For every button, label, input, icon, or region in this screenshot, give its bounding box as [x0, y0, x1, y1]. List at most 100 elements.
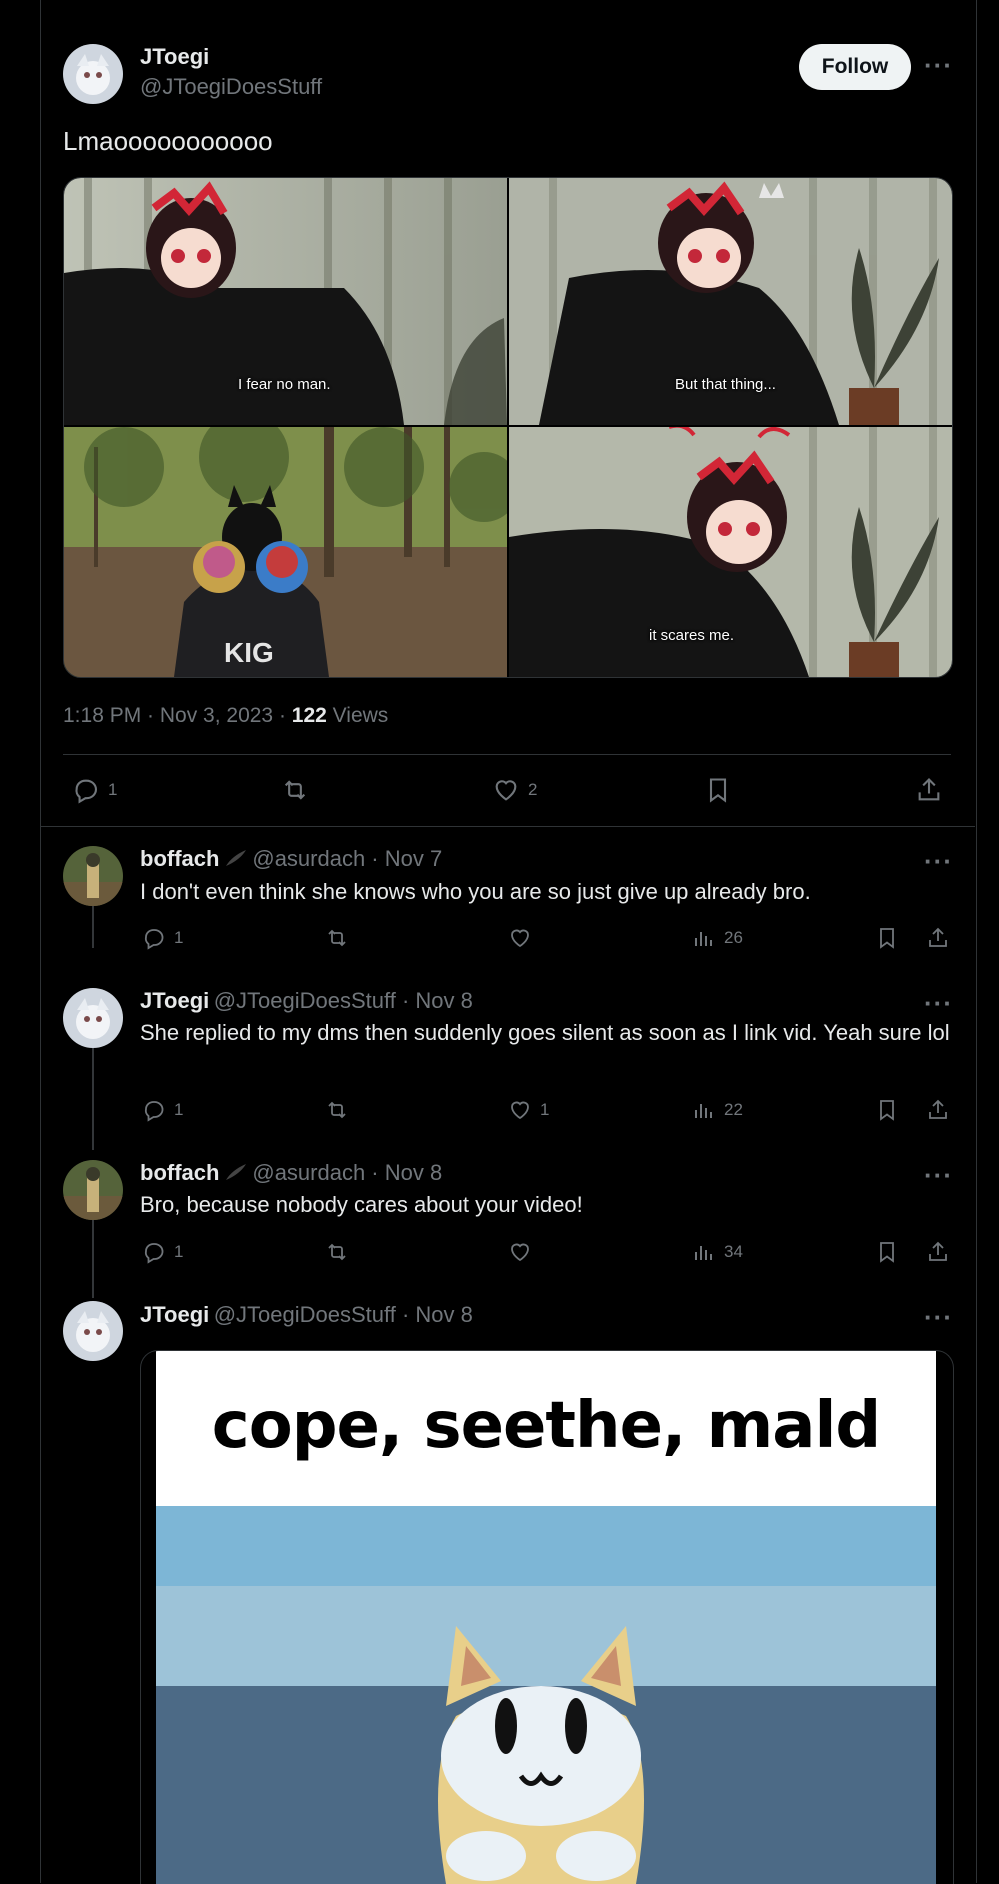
reply-text: She replied to my dms then suddenly goes…: [140, 1020, 950, 1045]
heart-icon: [511, 1101, 529, 1120]
caption-1: I fear no man.: [238, 376, 331, 393]
reply-header: boffach @asurdach · Nov 8: [140, 1160, 442, 1186]
bookmark-button[interactable]: [875, 1240, 899, 1264]
media-panel-4[interactable]: it scares me.: [509, 427, 952, 677]
share-button[interactable]: [915, 776, 943, 804]
post-media-grid[interactable]: I fear no man. But that thing... KIG it …: [63, 177, 953, 678]
share-icon: [929, 927, 947, 947]
retweet-button[interactable]: [324, 926, 350, 950]
bookmark-icon: [880, 1242, 894, 1263]
like-button[interactable]: [508, 1240, 540, 1264]
retweet-button[interactable]: [280, 776, 310, 804]
reply-text: Bro, because nobody cares about your vid…: [140, 1192, 583, 1217]
reply-avatar[interactable]: [63, 846, 123, 906]
views-count: 34: [724, 1242, 743, 1261]
reply-count: 1: [174, 928, 184, 947]
like-count: 1: [540, 1100, 550, 1119]
bookmark-icon: [880, 1100, 894, 1121]
reply-count: 1: [174, 1242, 184, 1261]
retweet-icon: [328, 929, 346, 947]
divider: [63, 754, 951, 755]
more-options-icon[interactable]: ···: [924, 1160, 953, 1191]
like-button[interactable]: [508, 926, 540, 950]
views-button[interactable]: 26: [692, 926, 743, 950]
like-count: 2: [528, 780, 538, 799]
thread-line: [92, 1048, 94, 1150]
views-count: 26: [724, 928, 743, 947]
reply-author-name[interactable]: boffach: [140, 1160, 219, 1185]
heart-icon: [495, 780, 517, 801]
share-button[interactable]: [926, 926, 950, 950]
retweet-icon: [328, 1101, 346, 1119]
caption-3: it scares me.: [649, 627, 735, 644]
like-button[interactable]: 2: [492, 776, 537, 804]
feather-icon: [225, 850, 246, 866]
media-panel-1[interactable]: I fear no man.: [64, 178, 507, 425]
reply-header: JToegi @JToegiDoesStuff · Nov 8: [140, 988, 473, 1014]
reply-author-handle[interactable]: @JToegiDoesStuff · Nov 8: [214, 1302, 473, 1327]
author-handle[interactable]: @JToegiDoesStuff: [140, 74, 322, 100]
reply-author-handle[interactable]: @asurdach · Nov 7: [252, 846, 442, 871]
reply-button[interactable]: 1: [72, 776, 117, 804]
reply-count: 1: [174, 1100, 184, 1119]
views-button[interactable]: 22: [692, 1098, 743, 1122]
reply-author-name[interactable]: JToegi: [140, 988, 209, 1013]
reply-header: boffach @asurdach · Nov 7: [140, 846, 442, 872]
caption-2: But that thing...: [675, 376, 776, 393]
bookmark-button[interactable]: [875, 1098, 899, 1122]
more-options-icon[interactable]: ···: [924, 50, 953, 81]
reply-icon: [144, 1101, 164, 1122]
views-count: 122: [291, 704, 327, 727]
like-button[interactable]: 1: [508, 1098, 549, 1122]
heart-icon: [511, 929, 529, 948]
analytics-icon: [695, 932, 712, 946]
media-panel-2[interactable]: But that thing...: [509, 178, 952, 425]
views-label: Views: [326, 704, 389, 727]
reply-header: JToegi @JToegiDoesStuff · Nov 8: [140, 1302, 473, 1328]
reply-icon: [144, 929, 164, 950]
bookmark-icon: [709, 778, 727, 803]
views-count: 22: [724, 1100, 743, 1119]
reply-button[interactable]: 1: [142, 1098, 183, 1122]
share-icon: [918, 778, 940, 801]
follow-button[interactable]: Follow: [799, 44, 911, 90]
reply-button[interactable]: 1: [142, 926, 183, 950]
bookmark-button[interactable]: [704, 776, 732, 804]
reply-text: I don't even think she knows who you are…: [140, 879, 811, 904]
cat-plush-image: [156, 1506, 936, 1884]
divider: [40, 826, 975, 827]
share-icon: [929, 1099, 947, 1119]
share-button[interactable]: [926, 1240, 950, 1264]
retweet-icon: [328, 1243, 346, 1261]
author-name[interactable]: JToegi: [140, 44, 209, 70]
reply-author-handle[interactable]: @asurdach · Nov 8: [252, 1160, 442, 1185]
retweet-button[interactable]: [324, 1098, 350, 1122]
author-avatar[interactable]: [63, 44, 123, 104]
bookmark-button[interactable]: [875, 926, 899, 950]
analytics-icon: [695, 1246, 712, 1260]
reply-icon: [144, 1243, 164, 1264]
share-icon: [929, 1241, 947, 1261]
reply-media[interactable]: cope, seethe, mald: [140, 1350, 954, 1884]
reply-button[interactable]: 1: [142, 1240, 183, 1264]
more-options-icon[interactable]: ···: [924, 988, 953, 1019]
post-timestamp[interactable]: 1:18 PM · Nov 3, 2023 ·: [63, 704, 292, 727]
analytics-icon: [695, 1104, 712, 1118]
reply-avatar[interactable]: [63, 1160, 123, 1220]
reply-author-handle[interactable]: @JToegiDoesStuff · Nov 8: [214, 988, 473, 1013]
thread-line: [92, 1220, 94, 1298]
media-panel-3[interactable]: KIG: [64, 427, 507, 677]
reply-author-name[interactable]: boffach: [140, 846, 219, 871]
more-options-icon[interactable]: ···: [924, 1302, 953, 1333]
post-text: Lmaooooooooooo: [63, 126, 273, 156]
retweet-button[interactable]: [324, 1240, 350, 1264]
reply-avatar[interactable]: [63, 988, 123, 1048]
more-options-icon[interactable]: ···: [924, 846, 953, 877]
share-button[interactable]: [926, 1098, 950, 1122]
views-button[interactable]: 34: [692, 1240, 743, 1264]
meme-caption: cope, seethe, mald: [211, 1389, 881, 1463]
reply-avatar[interactable]: [63, 1301, 123, 1361]
reply-icon: [75, 779, 97, 804]
reply-author-name[interactable]: JToegi: [140, 1302, 209, 1327]
reply-count: 1: [108, 780, 118, 799]
